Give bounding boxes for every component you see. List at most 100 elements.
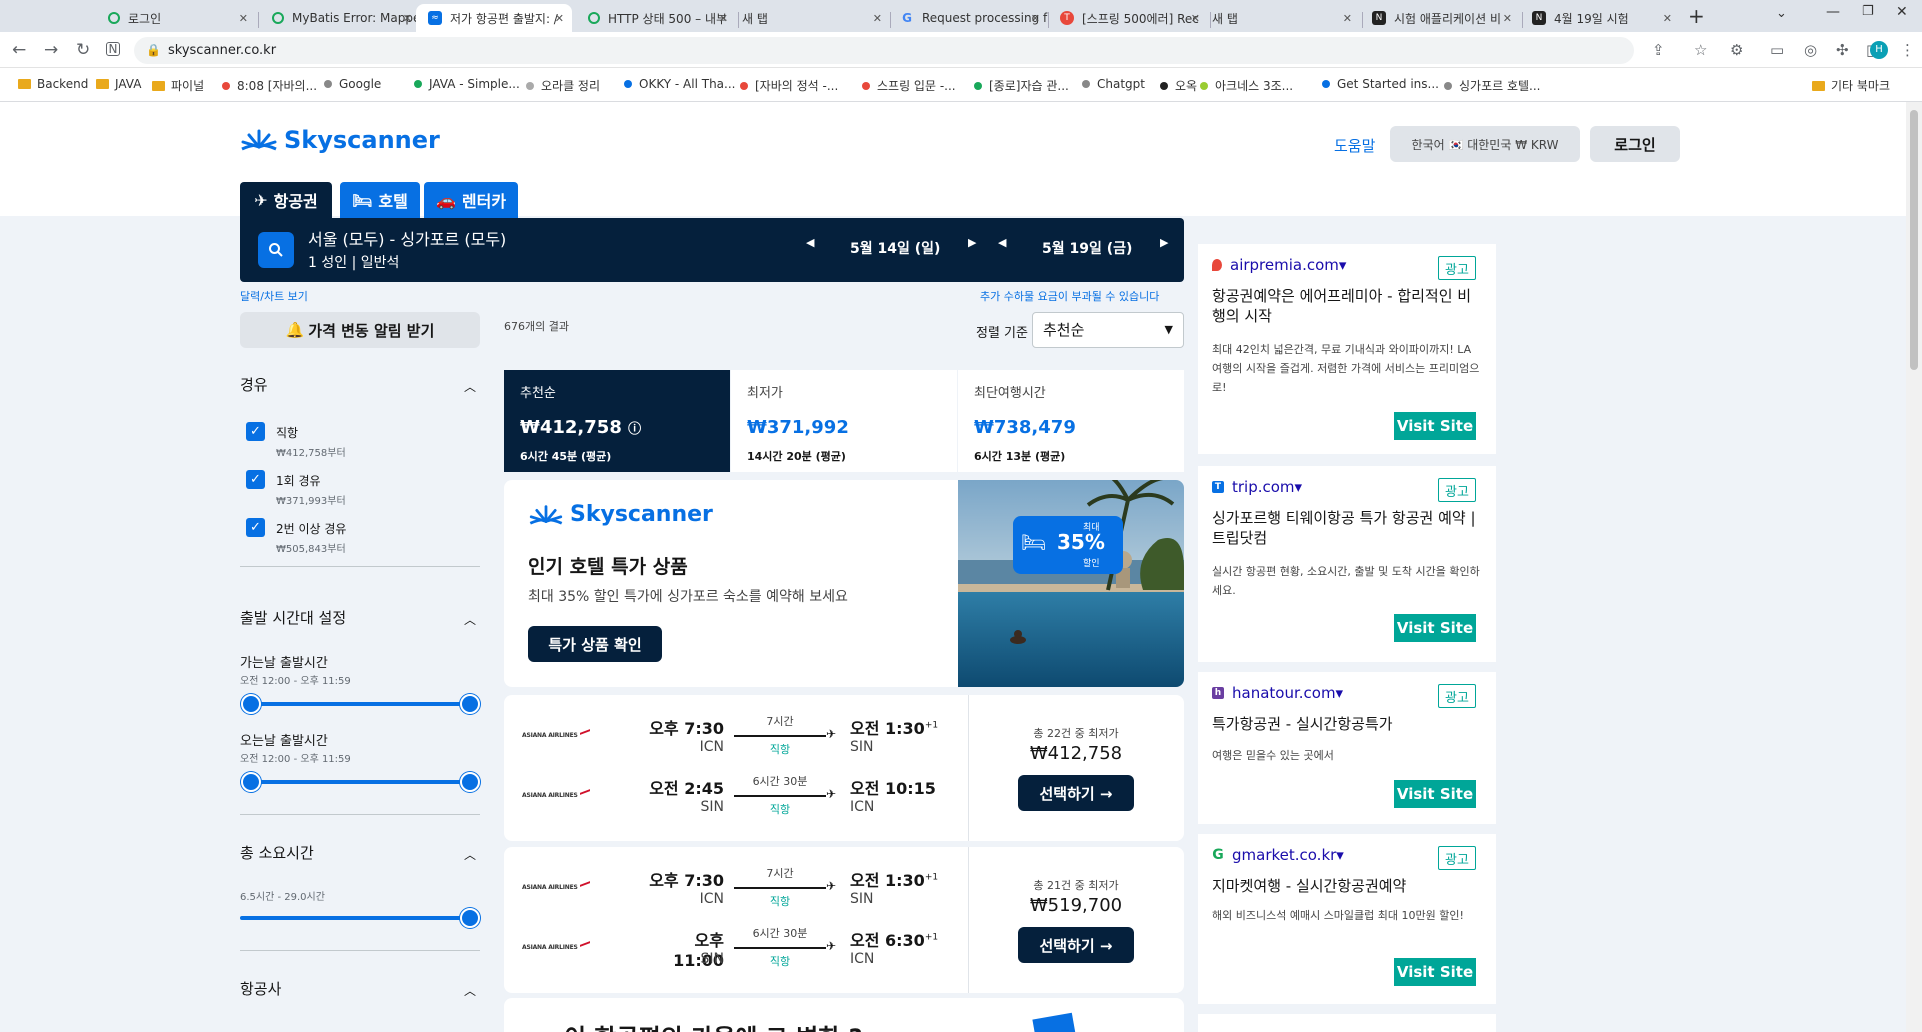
- page-scrollbar[interactable]: [1906, 102, 1922, 1032]
- stops-multi-checkbox[interactable]: ✓: [246, 518, 265, 537]
- duration-slider[interactable]: [240, 916, 470, 920]
- ad-title[interactable]: 지마켓여행 - 실시간항공권예약: [1212, 876, 1482, 896]
- ad-card[interactable]: h hanatour.com▾ 광고 특가항공권 - 실시간항공특가 여행은 믿을…: [1198, 672, 1496, 824]
- search-summary-panel[interactable]: 서울 (모두) - 싱가포르 (모두) 1 성인 | 일반석 ◀ 5월 14일 …: [240, 218, 1184, 282]
- ad-card[interactable]: airpremia.com▾ 광고 항공권예약은 에어프레미아 - 합리적인 비…: [1198, 244, 1496, 454]
- browser-tab[interactable]: 새 탭 ✕: [1200, 4, 1360, 32]
- outbound-time-slider[interactable]: [250, 702, 470, 706]
- browser-tab[interactable]: HTTP 상태 500 – 내부 ✕: [576, 4, 736, 32]
- outbound-max-handle[interactable]: [460, 694, 480, 714]
- ad-card[interactable]: Ttrip.com▾ 광고 싱가포르행 티웨이항공 특가 항공권 예약 | 트립…: [1198, 466, 1496, 662]
- close-icon[interactable]: ✕: [1191, 12, 1200, 25]
- chevron-up-icon[interactable]: ︿: [464, 846, 476, 863]
- inbound-min-handle[interactable]: [241, 772, 261, 792]
- return-date[interactable]: 5월 19일 (금): [1042, 238, 1132, 258]
- browser-tab[interactable]: G Request processing f ✕: [888, 4, 1048, 32]
- cast-icon[interactable]: ▭: [1770, 41, 1784, 59]
- sort-tab-cheapest[interactable]: 최저가 ₩371,992 14시간 20분 (평균): [731, 370, 957, 472]
- close-icon[interactable]: ✕: [1343, 12, 1352, 25]
- stops-one-checkbox[interactable]: ✓: [246, 470, 265, 489]
- bookmark-item[interactable]: 싱가포르 호텔...: [1444, 77, 1541, 94]
- bookmark-item[interactable]: 오라클 정리: [526, 77, 600, 94]
- bookmark-item[interactable]: Chatgpt: [1082, 77, 1145, 91]
- bookmark-item[interactable]: 오옥: [1160, 77, 1197, 94]
- outbound-min-handle[interactable]: [241, 694, 261, 714]
- tab-search-icon[interactable]: ⌄: [1776, 6, 1787, 21]
- profile-avatar[interactable]: H: [1870, 41, 1888, 59]
- ad-title[interactable]: 항공권예약은 에어프레미아 - 합리적인 비행의 시작: [1212, 286, 1482, 326]
- flight-result-card[interactable]: ASIANA AIRLINES 오후 7:30 ICN 7시간 ✈ 직항 오전 …: [504, 847, 1184, 993]
- calendar-chart-link[interactable]: 달력/차트 보기: [240, 288, 308, 304]
- close-icon[interactable]: ✕: [403, 12, 412, 25]
- ad-domain-link[interactable]: Ttrip.com▾: [1212, 478, 1302, 496]
- bookmark-item[interactable]: Google: [324, 77, 381, 91]
- bookmark-item[interactable]: 아크네스 3조...: [1200, 77, 1293, 94]
- browser-tab[interactable]: MyBatis Error: Mappe ✕: [260, 4, 420, 32]
- scrollbar-thumb[interactable]: [1910, 110, 1918, 370]
- puzzle-icon[interactable]: ✣: [1836, 41, 1849, 59]
- bookmark-item[interactable]: 파이널: [152, 77, 204, 94]
- ad-title[interactable]: 싱가포르행 티웨이항공 특가 항공권 예약 | 트립닷컴: [1212, 508, 1482, 548]
- bookmark-item[interactable]: Backend: [18, 77, 88, 91]
- new-tab-icon[interactable]: +: [1688, 4, 1705, 28]
- close-icon[interactable]: ✕: [1031, 12, 1040, 25]
- chevron-up-icon[interactable]: ︿: [464, 611, 476, 628]
- tab-flights[interactable]: ✈ 항공권: [240, 182, 332, 218]
- ad-domain-link[interactable]: airpremia.com▾: [1212, 256, 1346, 274]
- url-input[interactable]: 🔒 skyscanner.co.kr: [134, 37, 1634, 64]
- browser-tab-active[interactable]: ≈ 저가 항공편 출발지: / ✕: [416, 4, 572, 32]
- menu-kebab-icon[interactable]: ⋮: [1900, 41, 1915, 59]
- share-icon[interactable]: ⇪: [1652, 41, 1665, 59]
- bookmark-item[interactable]: 스프링 입문 -...: [862, 77, 956, 94]
- browser-tab[interactable]: 새 탭 ✕: [730, 4, 890, 32]
- bookmark-item[interactable]: JAVA - Simple...: [414, 77, 520, 91]
- sort-select[interactable]: 추천순 ▼: [1032, 312, 1184, 348]
- select-button[interactable]: 선택하기 →: [1018, 775, 1134, 811]
- select-button[interactable]: 선택하기 →: [1018, 927, 1134, 963]
- sort-tab-best[interactable]: 추천순 ₩412,758 ⓘ 6시간 45분 (평균): [504, 370, 730, 472]
- flight-result-card[interactable]: ASIANA AIRLINES 오후 7:30 ICN 7시간 ✈ 직항 오전 …: [504, 695, 1184, 841]
- browser-tab[interactable]: N 4월 19일 시험 ✕: [1520, 4, 1680, 32]
- chevron-up-icon[interactable]: ︿: [464, 982, 476, 999]
- skyscanner-logo[interactable]: Skyscanner: [240, 126, 440, 154]
- search-button[interactable]: [258, 232, 294, 268]
- back-icon[interactable]: ←: [12, 40, 26, 60]
- ad-card[interactable]: Ggmarket.co.kr▾ 광고 지마켓여행 - 실시간항공권예약 해외 비…: [1198, 834, 1496, 1004]
- tab-hotels[interactable]: 🛏 호텔: [340, 182, 420, 218]
- notion-extension-icon[interactable]: N: [106, 42, 120, 56]
- browser-tab[interactable]: T [스프링 500에러] Rec ✕: [1048, 4, 1208, 32]
- minimize-icon[interactable]: —: [1826, 4, 1840, 20]
- bookmark-item[interactable]: [자바의 정석 -...: [740, 77, 838, 94]
- depart-date[interactable]: 5월 14일 (일): [850, 238, 940, 258]
- bookmark-item[interactable]: 8:08 [자바의...: [222, 77, 317, 94]
- promo-deal-button[interactable]: 특가 상품 확인: [528, 626, 662, 662]
- locale-button[interactable]: 한국어 🇰🇷 대한민국 ₩ KRW: [1390, 126, 1580, 162]
- close-window-icon[interactable]: ✕: [1896, 4, 1908, 20]
- price-alert-button[interactable]: 🔔 가격 변동 알림 받기: [240, 312, 480, 348]
- visit-site-button[interactable]: Visit Site: [1394, 780, 1476, 808]
- reload-icon[interactable]: ↻: [76, 40, 90, 60]
- ad-domain-link[interactable]: Ggmarket.co.kr▾: [1212, 846, 1344, 864]
- next-depart-date-icon[interactable]: ▶: [968, 236, 976, 249]
- tab-car-rental[interactable]: 🚗 렌터카: [424, 182, 518, 218]
- bookmark-item[interactable]: Get Started ins...: [1322, 77, 1439, 91]
- inbound-max-handle[interactable]: [460, 772, 480, 792]
- visit-site-button[interactable]: Visit Site: [1394, 958, 1476, 986]
- stops-direct-checkbox[interactable]: ✓: [246, 422, 265, 441]
- browser-tab[interactable]: 로그인 ✕: [96, 4, 256, 32]
- close-icon[interactable]: ✕: [1663, 12, 1672, 25]
- inbound-time-slider[interactable]: [250, 780, 470, 784]
- browser-tab[interactable]: N 시험 애플리케이션 비 ✕: [1360, 4, 1520, 32]
- close-icon[interactable]: ✕: [239, 12, 248, 25]
- bookmark-item[interactable]: [종로]자습 관...: [974, 77, 1069, 94]
- close-icon[interactable]: ✕: [719, 12, 728, 25]
- chevron-up-icon[interactable]: ︿: [464, 378, 476, 395]
- bookmark-star-icon[interactable]: ☆: [1694, 41, 1707, 59]
- close-icon[interactable]: ✕: [873, 12, 882, 25]
- close-icon[interactable]: ✕: [1503, 12, 1512, 25]
- other-bookmarks-folder[interactable]: 기타 북마크: [1812, 77, 1890, 94]
- visit-site-button[interactable]: Visit Site: [1394, 412, 1476, 440]
- baggage-fees-link[interactable]: 추가 수하물 요금이 부과될 수 있습니다: [980, 288, 1159, 304]
- ad-domain-link[interactable]: h hanatour.com▾: [1212, 684, 1343, 702]
- duration-max-handle[interactable]: [460, 908, 480, 928]
